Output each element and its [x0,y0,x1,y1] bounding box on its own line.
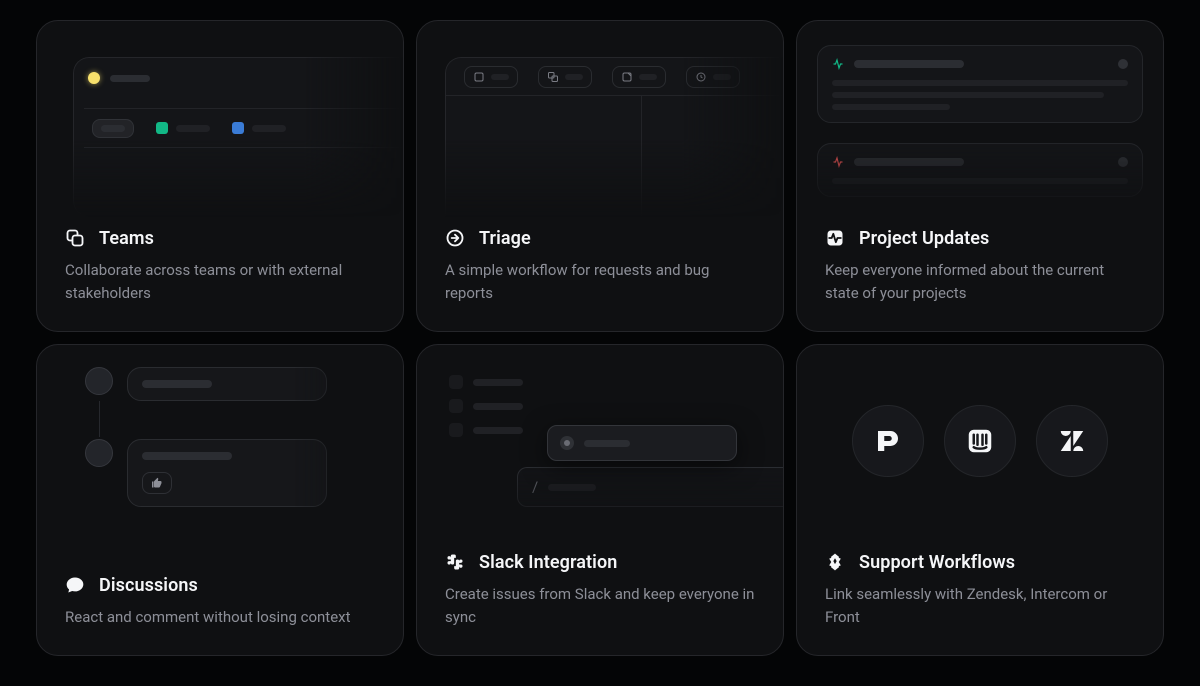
check-icon [156,122,168,134]
avatar-icon [85,439,113,467]
support-workflows-icon [825,552,845,572]
teams-icon [65,228,85,248]
card-desc: Collaborate across teams or with externa… [65,259,375,306]
intercom-logo-icon [944,405,1016,477]
front-logo-icon [852,405,924,477]
card-slack-integration[interactable]: / Slack Integration Create issues from S… [416,344,784,656]
zendesk-logo-icon [1036,405,1108,477]
illustration-triage [417,21,783,217]
slash-command-prefix: / [532,478,538,496]
card-title: Slack Integration [479,552,617,573]
project-updates-icon [825,228,845,248]
card-title: Project Updates [859,228,989,249]
card-desc: React and comment without losing context [65,606,375,629]
card-project-updates[interactable]: Project Updates Keep everyone informed a… [796,20,1164,332]
feature-grid: Teams Collaborate across teams or with e… [0,0,1200,676]
card-desc: Keep everyone informed about the current… [825,259,1135,306]
card-title: Teams [99,228,154,249]
square-icon [232,122,244,134]
card-title: Support Workflows [859,552,1015,573]
illustration-support [797,345,1163,541]
illustration-discussions [37,345,403,541]
card-discussions[interactable]: Discussions React and comment without lo… [36,344,404,656]
lightbulb-icon [88,72,100,84]
linear-app-icon [560,436,574,450]
card-desc: A simple workflow for requests and bug r… [445,259,755,306]
card-triage[interactable]: Triage A simple workflow for requests an… [416,20,784,332]
card-teams[interactable]: Teams Collaborate across teams or with e… [36,20,404,332]
triage-icon [445,228,465,248]
activity-icon [832,58,844,70]
activity-icon [832,156,844,168]
discussions-icon [65,575,85,595]
card-desc: Link seamlessly with Zendesk, Intercom o… [825,583,1135,630]
slack-icon [445,552,465,572]
card-desc: Create issues from Slack and keep everyo… [445,583,755,630]
reaction-thumbs-up [142,472,172,494]
illustration-updates [797,21,1163,217]
card-support-workflows[interactable]: Support Workflows Link seamlessly with Z… [796,344,1164,656]
illustration-teams [37,21,403,217]
card-title: Triage [479,228,531,249]
illustration-slack: / [417,345,783,541]
avatar-icon [85,367,113,395]
card-title: Discussions [99,575,198,596]
slack-command-popover [547,425,737,461]
